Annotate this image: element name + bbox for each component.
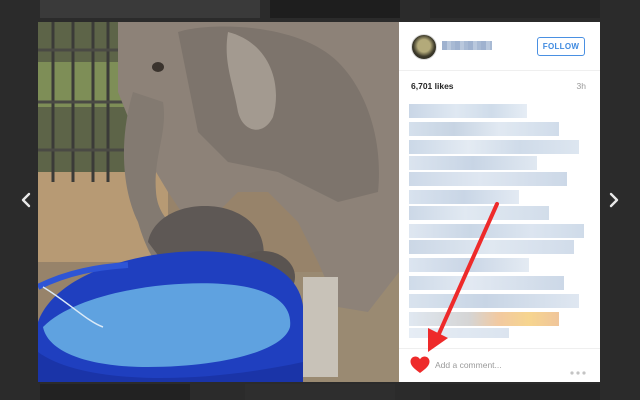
post-modal: FOLLOW 6,701 likes 3h xyxy=(38,22,600,382)
post-timestamp: 3h xyxy=(576,81,586,91)
chevron-right-icon xyxy=(609,192,619,208)
more-options-button[interactable] xyxy=(569,363,587,375)
like-count[interactable]: 6,701 likes xyxy=(411,81,454,91)
more-options-icon xyxy=(570,371,586,375)
previous-post-button[interactable] xyxy=(15,189,37,211)
heart-icon xyxy=(410,356,430,373)
background-feed-tile xyxy=(430,0,600,18)
background-feed-tile xyxy=(270,0,400,18)
next-post-button[interactable] xyxy=(603,189,625,211)
background-feed-tile xyxy=(40,0,260,18)
post-details-panel: FOLLOW 6,701 likes 3h xyxy=(399,22,600,382)
like-button[interactable] xyxy=(410,356,430,374)
background-feed-tile xyxy=(430,384,600,400)
username-redacted[interactable] xyxy=(442,41,492,50)
follow-button[interactable]: FOLLOW xyxy=(537,37,585,56)
comment-bar xyxy=(399,348,600,383)
elephant-pool-image xyxy=(38,22,399,382)
post-video[interactable] xyxy=(38,22,399,382)
background-feed-tile xyxy=(40,384,190,400)
comment-input[interactable] xyxy=(435,358,555,372)
avatar[interactable] xyxy=(411,34,437,60)
chevron-left-icon xyxy=(21,192,31,208)
post-header: FOLLOW xyxy=(399,22,600,71)
background-feed-tile xyxy=(245,384,395,400)
